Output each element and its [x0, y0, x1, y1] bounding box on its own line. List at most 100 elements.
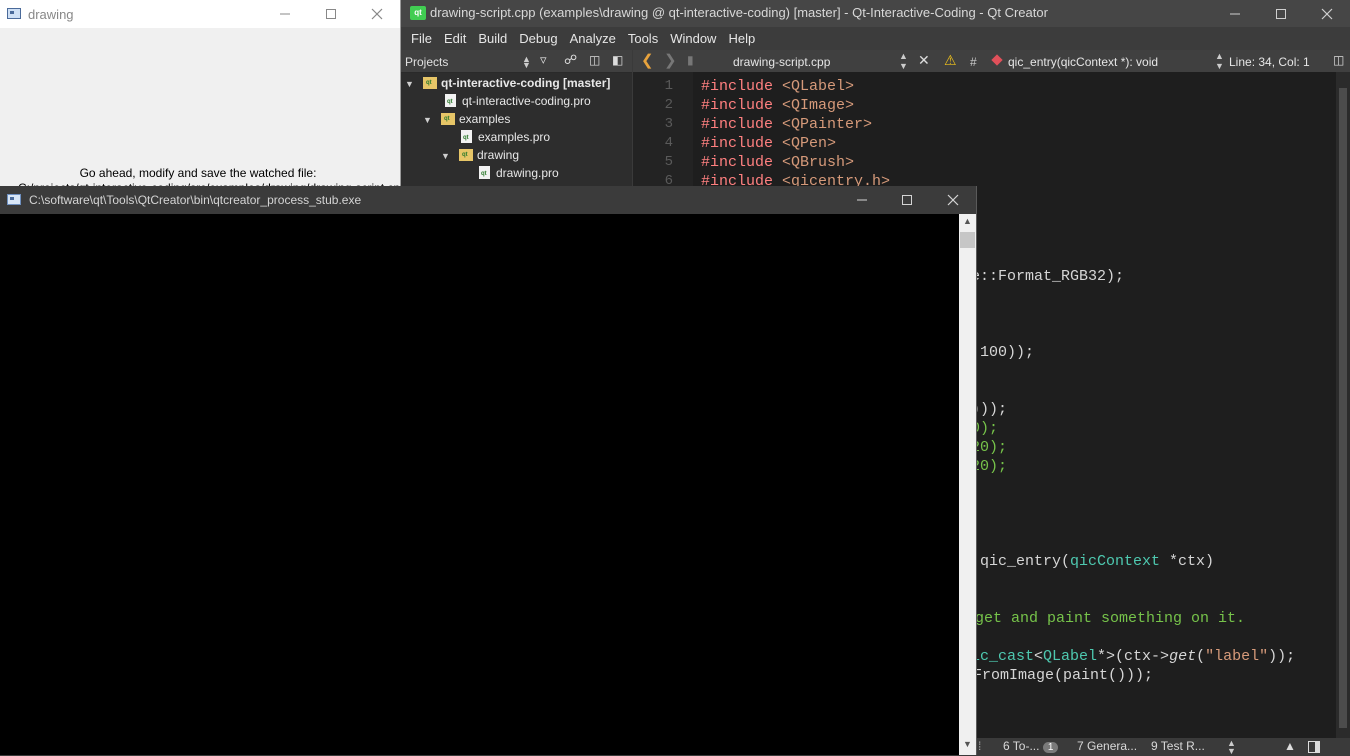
todo-count-badge: 1 — [1042, 742, 1059, 753]
code-fragment: e::Format_RGB32); — [971, 268, 1125, 285]
tree-item-examples[interactable]: ▼ examples — [423, 110, 510, 128]
menu-debug[interactable]: Debug — [513, 27, 563, 46]
qt-maximize-button[interactable] — [1258, 0, 1304, 27]
drawing-window-title: drawing — [28, 7, 74, 22]
tree-item-label: examples.pro — [478, 130, 551, 144]
menu-build[interactable]: Build — [472, 27, 513, 46]
show-output-icon[interactable]: ▲ — [1284, 739, 1296, 753]
pro-file-icon — [461, 130, 472, 143]
close-button[interactable] — [354, 0, 400, 28]
code-fragment: 100)); — [980, 344, 1035, 361]
function-symbol-icon — [991, 54, 1003, 66]
pro-file-icon — [445, 94, 456, 107]
code-line: #include <QBrush> — [701, 153, 854, 172]
tree-item-drawing-pro[interactable]: drawing.pro — [479, 164, 559, 182]
cursor-position[interactable]: Line: 34, Col: 1 — [1229, 55, 1310, 69]
symbol-selector[interactable]: qic_entry(qicContext *): void — [1008, 55, 1158, 69]
warning-icon[interactable]: ⚠ — [944, 52, 957, 69]
tree-item-examples-pro[interactable]: examples.pro — [461, 128, 550, 146]
back-arrow-icon[interactable]: ❮ — [641, 51, 654, 69]
close-icon — [1321, 8, 1333, 19]
console-titlebar[interactable]: C:\software\qt\Tools\QtCreator\bin\qtcre… — [0, 186, 976, 214]
menu-analyze[interactable]: Analyze — [564, 27, 622, 46]
maximize-button[interactable] — [308, 0, 354, 28]
todo-entries-tab[interactable]: 6 To-... 1 — [1003, 739, 1059, 753]
scrollbar-thumb[interactable] — [1339, 88, 1347, 728]
code-line: #include <QImage> — [701, 96, 854, 115]
code-include: <QPen> — [782, 135, 837, 152]
qtcreator-titlebar[interactable]: qt drawing-script.cpp (examples\drawing … — [401, 0, 1350, 27]
line-number: 3 — [664, 116, 673, 132]
test-results-tab[interactable]: 9 Test R... — [1151, 739, 1205, 753]
maximize-icon — [326, 9, 336, 19]
drawing-titlebar[interactable]: drawing — [0, 0, 400, 28]
scroll-down-icon[interactable]: ▼ — [963, 739, 972, 749]
code-fragment: ic_cast<QLabel*>(ctx->get("label")); — [971, 647, 1295, 666]
scrollbar-thumb[interactable] — [960, 232, 975, 248]
close-document-icon[interactable]: ✕ — [918, 52, 930, 69]
projects-selector[interactable]: Projects — [405, 55, 448, 69]
folder-icon — [459, 149, 473, 161]
console-window: C:\software\qt\Tools\QtCreator\bin\qtcre… — [0, 186, 977, 755]
console-output-area[interactable] — [0, 214, 959, 755]
entry-paren: ( — [1061, 553, 1071, 570]
menu-edit[interactable]: Edit — [438, 27, 472, 46]
menu-file[interactable]: File — [405, 27, 438, 46]
code-line: #include <QLabel> — [701, 77, 854, 96]
output-pane-bar: ⁞ 6 To-... 1 7 Genera... 9 Test R... ▲ ▼ … — [976, 738, 1350, 756]
tree-item-label: examples — [459, 112, 511, 126]
link-icon[interactable]: ☍ — [564, 52, 577, 68]
code-keyword: #include — [701, 154, 783, 171]
tree-item-project-root[interactable]: ▼ qt-interactive-coding [master] — [405, 74, 610, 92]
minimize-icon — [1230, 13, 1240, 14]
qt-logo-icon: qt — [410, 6, 426, 20]
editor-scrollbar[interactable] — [1336, 72, 1350, 738]
scroll-up-icon[interactable]: ▲ — [963, 216, 972, 226]
symbol-selector-arrows-icon[interactable]: ▲ ▼ — [1215, 51, 1224, 71]
console-minimize-button[interactable] — [839, 186, 885, 214]
qt-minimize-button[interactable] — [1212, 0, 1258, 27]
line-number: 4 — [664, 135, 673, 151]
code-include: <QBrush> — [782, 154, 855, 171]
split-icon[interactable]: ◫ — [589, 53, 600, 67]
expand-arrow-icon: ▼ — [441, 151, 450, 161]
code-keyword: #include — [701, 78, 783, 95]
split-editor-icon[interactable]: ◫ — [1333, 53, 1344, 67]
menu-help[interactable]: Help — [722, 27, 761, 46]
code-keyword: #include — [701, 135, 783, 152]
close-icon — [371, 8, 383, 20]
selector-arrows-down-icon: ▼ — [522, 60, 531, 70]
cast-mid: *>(ctx-> — [1097, 648, 1170, 665]
forward-arrow-icon[interactable]: ❯ — [664, 51, 677, 69]
console-scrollbar[interactable]: ▲ ▼ — [959, 214, 976, 755]
document-selector-arrows-icon[interactable]: ▲ ▼ — [899, 51, 908, 71]
tree-item-label: qt-interactive-coding [master] — [441, 76, 611, 90]
close-pane-icon[interactable]: ◧ — [612, 53, 623, 67]
project-folder-icon — [423, 77, 437, 89]
lock-icon: ▮ — [687, 53, 694, 67]
console-window-title: C:\software\qt\Tools\QtCreator\bin\qtcre… — [29, 193, 362, 207]
line-number: 2 — [664, 97, 673, 113]
tree-item-label: drawing.pro — [496, 166, 559, 180]
cast-end: )); — [1268, 648, 1296, 665]
hash-toggle[interactable]: # — [970, 55, 977, 69]
tab-selector-arrows-icon[interactable]: ▲ ▼ — [1227, 739, 1236, 756]
code-keyword: #include — [701, 116, 783, 133]
expand-arrow-icon: ▼ — [423, 115, 432, 125]
menu-window[interactable]: Window — [664, 27, 722, 46]
console-close-button[interactable] — [930, 186, 976, 214]
console-maximize-button[interactable] — [884, 186, 930, 214]
tree-item-drawing[interactable]: ▼ drawing — [441, 146, 519, 164]
open-document-selector[interactable]: drawing-script.cpp — [733, 55, 830, 69]
general-messages-tab[interactable]: 7 Genera... — [1077, 739, 1137, 753]
code-fragment: qic_entry(qicContext *ctx) — [980, 552, 1214, 571]
minimize-button[interactable] — [262, 0, 308, 28]
tree-item-pro-file[interactable]: qt-interactive-coding.pro — [445, 92, 591, 110]
filter-icon[interactable]: ▿ — [540, 52, 547, 68]
qt-close-button[interactable] — [1304, 0, 1350, 27]
code-include: <QLabel> — [782, 78, 855, 95]
menu-tools[interactable]: Tools — [622, 27, 664, 46]
code-line: #include <QPen> — [701, 134, 836, 153]
entry-type: qicContext — [1070, 553, 1161, 570]
sidebar-toggle-icon[interactable] — [1308, 741, 1320, 753]
